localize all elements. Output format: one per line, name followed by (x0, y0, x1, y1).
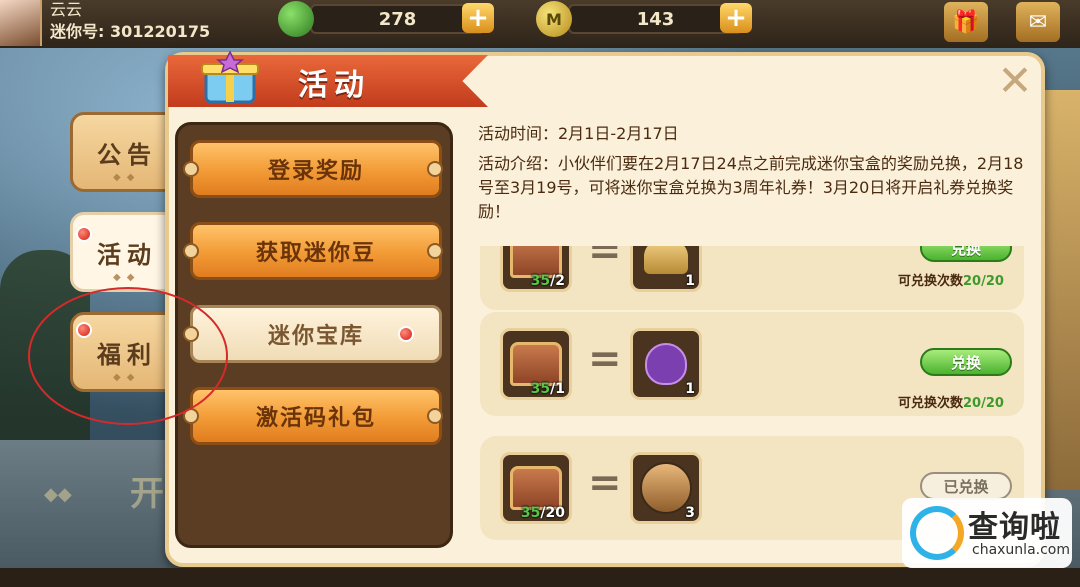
gift-icon: 🎁 (952, 9, 980, 35)
top-bar: 云云 迷你号: 301220175 278 + 143 M + 🎁 ✉ (0, 0, 1080, 48)
player-id: 迷你号: 301220175 (50, 22, 211, 41)
green-currency-value: 278 (378, 8, 417, 30)
bottom-strip (0, 568, 1080, 587)
watermark-en: chaxunla.com (972, 542, 1070, 558)
gift-box-icon (201, 50, 259, 104)
menu-knob (183, 161, 199, 177)
mail-icon: ✉ (1028, 9, 1048, 35)
treasure-chest-icon (510, 342, 562, 386)
category-tab-label: 公告 (97, 140, 157, 169)
reward-item-slot: 3 (630, 452, 702, 524)
menu-item-label: 获取迷你豆 (255, 241, 376, 266)
reward-count: 1 (685, 381, 695, 397)
menu-item-label: 登录奖励 (267, 159, 364, 184)
reward-item-slot: 1 (630, 328, 702, 400)
background-partial-text: 开 (130, 474, 164, 514)
reward-count: 3 (685, 505, 695, 521)
menu-knob (183, 243, 199, 259)
close-panel-button[interactable]: ✕ (994, 60, 1036, 102)
reward-count: 1 (685, 273, 695, 289)
reward-item-slot: 1 (630, 246, 702, 292)
tab-decoration-icon: ◆◆ (113, 172, 141, 183)
add-gold-currency-button[interactable]: + (720, 3, 752, 33)
equals-sign: = (588, 460, 622, 506)
green-currency-display: 278 (310, 4, 485, 34)
panel-title: 活动 (298, 68, 370, 103)
cost-count: 35/1 (530, 381, 565, 397)
player-name: 云云 (50, 0, 83, 19)
cost-item-slot: 35/2 (500, 246, 572, 292)
menu-item-activation-code-gift[interactable]: 激活码礼包 (190, 387, 442, 445)
exchanged-button[interactable]: 已兑换 (920, 472, 1012, 500)
menu-item-get-mini-beans[interactable]: 获取迷你豆 (190, 222, 442, 280)
cost-count: 35/20 (520, 505, 565, 521)
category-tab-label: 活动 (97, 240, 157, 269)
exchange-limit: 可兑换次数20/20 (898, 396, 1004, 411)
add-green-currency-button[interactable]: + (462, 3, 494, 33)
activity-time: 活动时间：2月1日-2月17日 (478, 124, 679, 143)
menu-item-login-reward[interactable]: 登录奖励 (190, 140, 442, 198)
gold-currency-value: 143 (636, 8, 675, 30)
annotation-circle (28, 287, 228, 425)
equals-sign: = (588, 246, 622, 274)
mail-button[interactable]: ✉ (1016, 2, 1060, 42)
activity-notification-dot (76, 226, 92, 242)
category-tab-announcement[interactable]: 公告 ◆◆ (70, 112, 180, 192)
cost-item-slot: 35/20 (500, 452, 572, 524)
treasure-chest-icon (510, 466, 562, 510)
exchange-limit: 可兑换次数20/20 (898, 274, 1004, 289)
close-icon: ✕ (997, 56, 1033, 105)
mystery-bag-icon (645, 343, 687, 385)
cost-count: 35/2 (530, 273, 565, 289)
tab-decoration-icon: ◆◆ (113, 272, 141, 283)
green-gem-icon (278, 1, 314, 37)
activity-intro: 活动介绍：小伙伴们要在2月17日24点之前完成迷你宝盒的奖励兑换，2月18号至3… (478, 154, 1024, 221)
activity-info: 活动时间：2月1日-2月17日 活动介绍：小伙伴们要在2月17日24点之前完成迷… (478, 122, 1038, 230)
equals-sign: = (588, 336, 622, 382)
exchange-button[interactable]: 兑换 (920, 246, 1012, 262)
menu-knob (427, 243, 443, 259)
cost-item-slot: 35/1 (500, 328, 572, 400)
exchange-button[interactable]: 兑换 (920, 348, 1012, 376)
watermark-logo-icon (910, 506, 964, 560)
menu-knob (427, 408, 443, 424)
background-dots: ◆◆ (44, 484, 72, 505)
menu-item-label: 迷你宝库 (267, 324, 364, 349)
watermark-cn: 查询啦 (968, 510, 1061, 545)
exchange-row: 35/2 = 1 兑换 可兑换次数20/20 (480, 246, 1024, 310)
menu-knob (427, 161, 443, 177)
exchange-row: 35/1 = 1 兑换 可兑换次数20/20 (480, 312, 1024, 416)
bell-icon (644, 246, 688, 274)
player-avatar[interactable] (0, 0, 42, 46)
gold-currency-display: 143 (568, 4, 743, 34)
background-right-edge (1040, 90, 1080, 490)
gift-button[interactable]: 🎁 (944, 2, 988, 42)
mini-treasury-notification-dot (398, 326, 414, 342)
menu-item-label: 激活码礼包 (255, 406, 376, 431)
mini-coin-icon: M (536, 1, 572, 37)
watermark: 查询啦 chaxunla.com (902, 498, 1072, 568)
